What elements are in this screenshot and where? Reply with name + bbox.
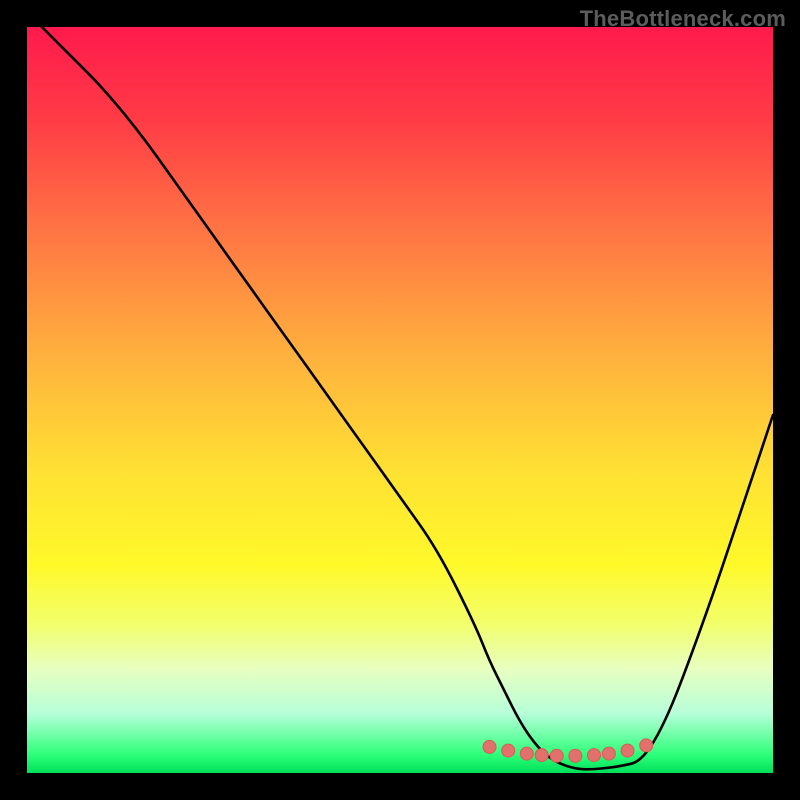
watermark-text: TheBottleneck.com <box>580 6 786 32</box>
chart-container: TheBottleneck.com <box>0 0 800 800</box>
optimal-range-dots <box>483 739 653 762</box>
bottleneck-curve <box>42 27 773 769</box>
curve-overlay <box>0 0 800 800</box>
